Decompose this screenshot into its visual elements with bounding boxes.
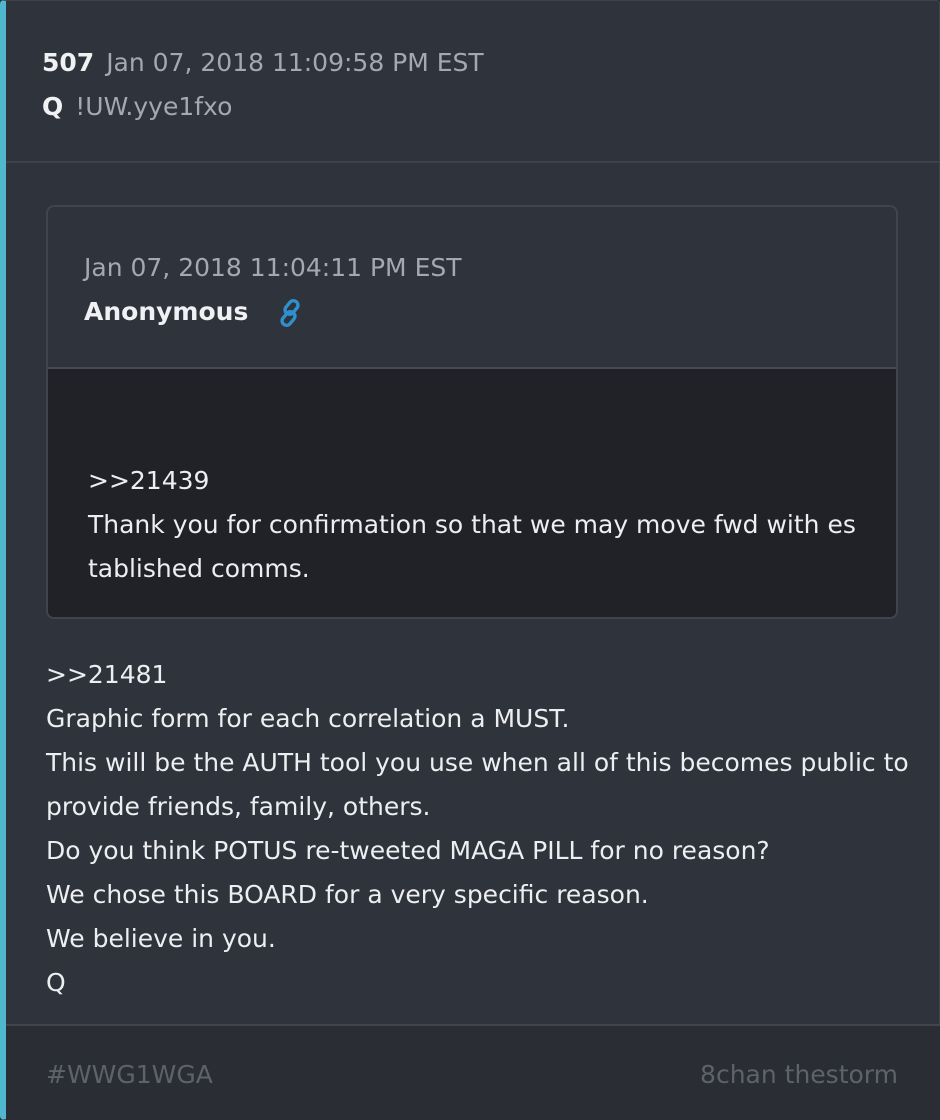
quoted-post-timestamp: Jan 07, 2018 11:04:11 PM EST <box>84 253 462 282</box>
message-reply-link[interactable]: >>21481 <box>46 653 906 697</box>
post-message: >>21481 Graphic form for each correlatio… <box>46 653 909 1005</box>
post-meta-row: 507 Jan 07, 2018 11:09:58 PM EST <box>42 46 484 80</box>
quoted-post: Jan 07, 2018 11:04:11 PM EST Anonymous >… <box>46 205 898 619</box>
post-tripcode: !UW.yye1fxo <box>75 92 233 121</box>
hashtag: #WWG1WGA <box>46 1060 213 1089</box>
quoted-text-line: Thank you for confirmation so that we ma… <box>88 510 856 539</box>
post-card: 507 Jan 07, 2018 11:09:58 PM EST Q !UW.yye… <box>0 0 940 1120</box>
message-line: This will be the AUTH tool you use when … <box>46 748 909 777</box>
post-author-row: Q !UW.yye1fxo <box>42 90 232 124</box>
message-signature: Q <box>46 968 66 997</box>
quoted-reply-link[interactable]: >>21439 <box>88 459 848 503</box>
quoted-post-body: >>21439 Thank you for confirmation so th… <box>48 369 896 617</box>
quoted-post-author-row: Anonymous <box>84 295 306 329</box>
post-footer: #WWG1WGA 8chan thestorm <box>6 1024 940 1120</box>
message-line: provide friends, family, others. <box>46 792 431 821</box>
quoted-post-header: Jan 07, 2018 11:04:11 PM EST Anonymous <box>48 207 896 369</box>
link-icon[interactable] <box>276 298 306 328</box>
message-line: We chose this BOARD for a very specific … <box>46 880 649 909</box>
message-line: We believe in you. <box>46 924 276 953</box>
message-line: Graphic form for each correlation a MUST… <box>46 704 570 733</box>
message-line: Do you think POTUS re-tweeted MAGA PILL … <box>46 836 770 865</box>
post-header: 507 Jan 07, 2018 11:09:58 PM EST Q !UW.yye… <box>6 1 940 163</box>
post-author: Q <box>42 92 64 121</box>
post-source: 8chan thestorm <box>700 1060 898 1089</box>
post-timestamp: Jan 07, 2018 11:09:58 PM EST <box>106 48 484 77</box>
post-number[interactable]: 507 <box>42 48 94 77</box>
quoted-post-text: >>21439 Thank you for confirmation so th… <box>88 459 856 591</box>
quoted-text-line: tablished comms. <box>88 554 310 583</box>
quoted-post-author: Anonymous <box>84 297 249 326</box>
